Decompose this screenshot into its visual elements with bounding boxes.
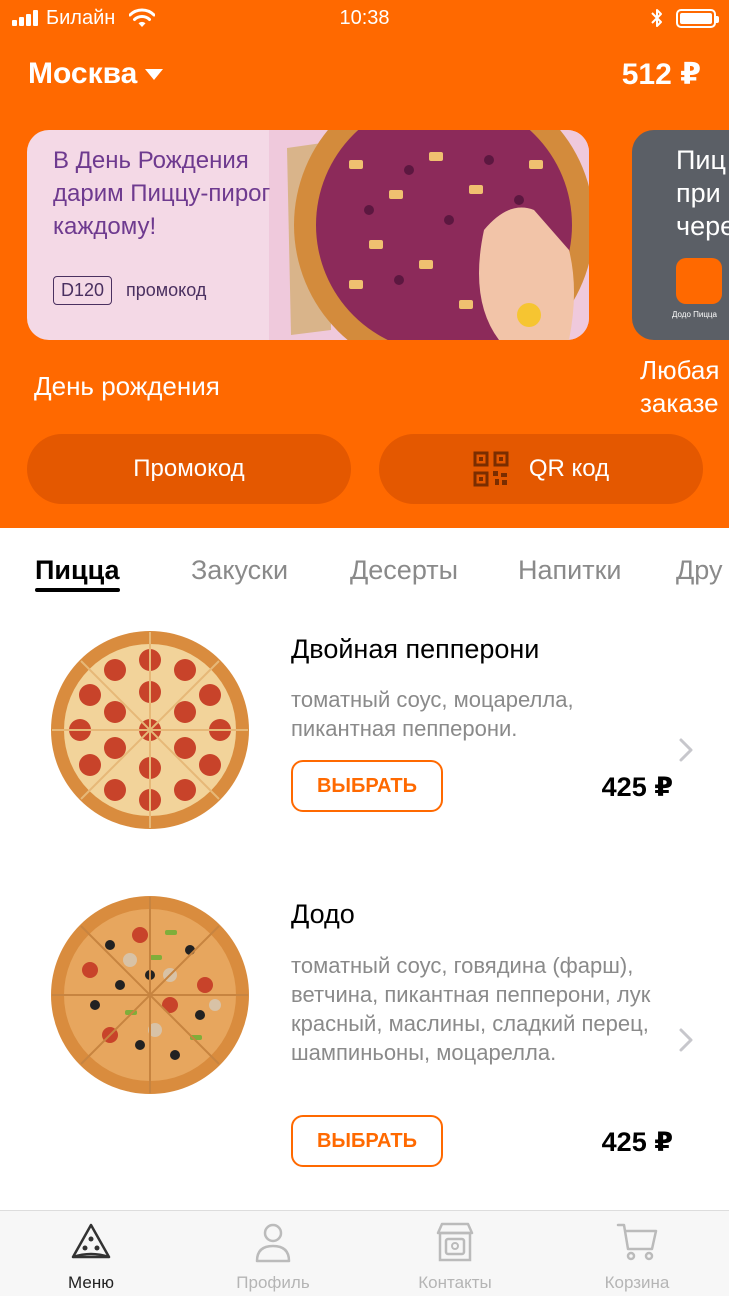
battery-icon <box>676 9 719 28</box>
city-selector[interactable]: Москва <box>28 57 164 91</box>
header-area: Билайн 10:38 Москва 512 ₽ В День Рождени… <box>0 0 729 528</box>
logo-caption: Додо Пицца <box>672 310 717 319</box>
tab-profile[interactable]: Профиль <box>182 1211 364 1296</box>
choose-button[interactable]: ВЫБРАТЬ <box>291 760 443 812</box>
promocode-button-label: Промокод <box>133 455 245 482</box>
cart-icon <box>616 1223 658 1261</box>
qr-code-icon <box>473 451 509 487</box>
product-card[interactable]: Додо томатный соус, говядина (фарш), вет… <box>0 895 729 1175</box>
pizza-pie-image <box>269 130 589 340</box>
banner-title: В День Рождения дарим Пиццу-пирог каждом… <box>53 147 271 240</box>
tab-label: Контакты <box>418 1273 492 1292</box>
qr-code-button[interactable]: QR код <box>379 434 703 504</box>
tab-label: Профиль <box>236 1273 310 1292</box>
tab-label: Меню <box>68 1273 114 1292</box>
pizza-slice-icon <box>71 1223 111 1259</box>
promo-banner-birthday[interactable]: В День Рождения дарим Пиццу-пирог каждом… <box>27 130 589 340</box>
status-time: 10:38 <box>339 7 390 29</box>
person-icon <box>255 1223 291 1263</box>
choose-button[interactable]: ВЫБРАТЬ <box>291 1115 443 1167</box>
product-price: 425 ₽ <box>601 772 673 802</box>
promo-code-value: D120 <box>53 276 113 305</box>
promo-banner-second[interactable]: Пиц при чере Додо Пицца <box>632 130 729 340</box>
product-name: Додо <box>291 899 355 929</box>
tab-label: Корзина <box>604 1273 670 1292</box>
tab-menu[interactable]: Меню <box>0 1211 182 1296</box>
dodo-pizza-image <box>51 896 249 1094</box>
tab-desserts[interactable]: Десерты <box>350 555 458 586</box>
banner-title: Пиц при чере <box>676 145 729 241</box>
tab-pizza[interactable]: Пицца <box>35 555 120 592</box>
bottom-tab-bar: Меню Профиль Контакты Корзина <box>0 1210 729 1296</box>
dodo-logo-icon <box>676 258 722 304</box>
product-card[interactable]: Двойная пепперони томатный соус, моцарел… <box>0 630 729 850</box>
category-tabs: Пицца Закуски Десерты Напитки Дру <box>0 555 729 595</box>
city-name: Москва <box>28 57 138 90</box>
bonus-balance[interactable]: 512 ₽ <box>622 57 701 92</box>
qr-code-button-label: QR код <box>528 455 610 482</box>
chevron-down-icon <box>145 68 164 80</box>
store-icon <box>436 1222 474 1262</box>
promo-code-label: промокод <box>126 280 207 300</box>
promo-code: D120 промокод <box>53 276 206 305</box>
tab-other[interactable]: Дру <box>676 555 723 586</box>
product-name: Двойная пепперони <box>291 634 540 664</box>
status-bar: Билайн 10:38 <box>0 0 729 38</box>
promocode-button[interactable]: Промокод <box>27 434 351 504</box>
product-price: 425 ₽ <box>601 1127 673 1157</box>
pepperoni-pizza-image <box>51 631 249 829</box>
tab-drinks[interactable]: Напитки <box>518 555 621 586</box>
product-description: томатный соус, моцарелла, пикантная пепп… <box>291 687 574 741</box>
product-description: томатный соус, говядина (фарш), ветчина,… <box>291 953 651 1065</box>
chevron-right-icon[interactable] <box>678 737 694 763</box>
tab-snacks[interactable]: Закуски <box>191 555 288 586</box>
tab-cart[interactable]: Корзина <box>546 1211 728 1296</box>
banner-caption: Любая заказе <box>640 355 720 418</box>
chevron-right-icon[interactable] <box>678 1027 694 1053</box>
banner-caption: День рождения <box>34 371 220 401</box>
bluetooth-icon <box>651 9 662 27</box>
tab-contacts[interactable]: Контакты <box>364 1211 546 1296</box>
